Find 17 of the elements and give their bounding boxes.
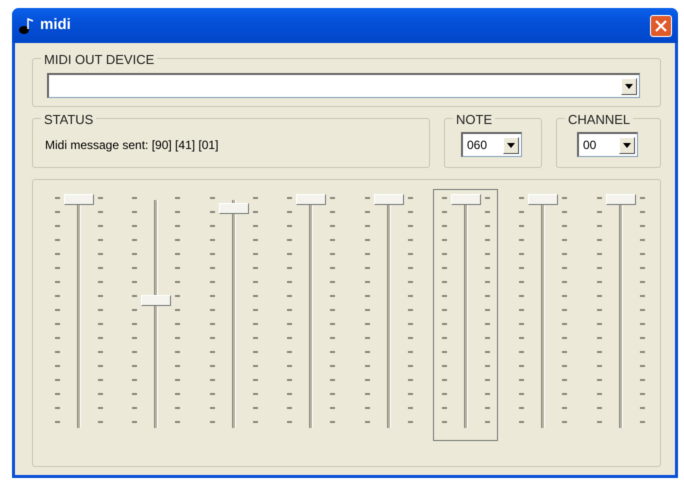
vertical-slider[interactable] [434,190,498,440]
close-icon [655,20,667,32]
note-dropdown[interactable]: 060 [461,132,522,157]
channel-dropdown[interactable]: 00 [577,132,638,157]
slider-thumb[interactable] [606,194,636,205]
status-message: Midi message sent: [90] [41] [01] [45,137,220,154]
slider-thumb[interactable] [64,194,94,205]
slider-thumb[interactable] [374,194,404,205]
close-button[interactable] [650,14,672,36]
slider-thumb[interactable] [450,194,481,205]
slider-thumb[interactable] [296,194,326,205]
window-title: midi [40,15,71,36]
slider-thumb[interactable] [141,294,172,306]
device-dropdown[interactable] [47,73,640,98]
slider-thumb[interactable] [528,194,558,205]
music-note-icon [18,16,36,34]
slider-thumb[interactable] [218,202,249,214]
